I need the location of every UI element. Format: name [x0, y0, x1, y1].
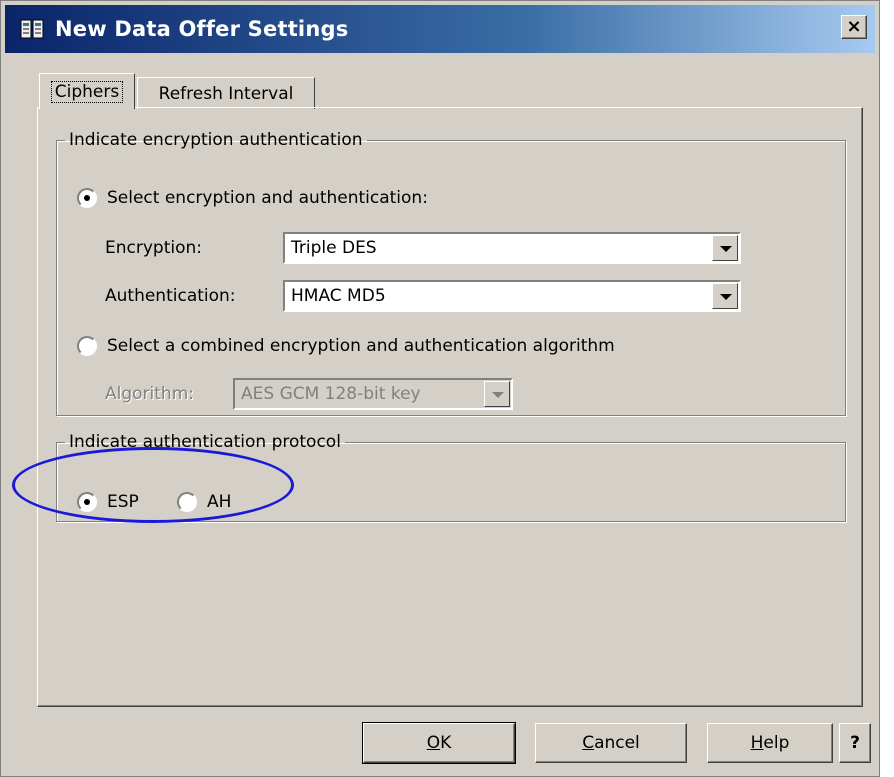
- radio-ah[interactable]: AH: [177, 492, 231, 512]
- close-button[interactable]: ×: [841, 15, 867, 39]
- chevron-down-icon[interactable]: [484, 381, 510, 407]
- tab-ciphers[interactable]: Ciphers: [39, 73, 135, 109]
- radio-select-encryption-label: Select encryption and authentication:: [107, 188, 428, 208]
- protocol-group-legend: Indicate authentication protocol: [69, 432, 341, 452]
- cancel-mnemonic: C: [582, 733, 595, 753]
- ok-button[interactable]: OK: [362, 722, 516, 764]
- help-button[interactable]: Help: [707, 723, 833, 763]
- algorithm-label: Algorithm:: [105, 384, 194, 404]
- tab-refresh-interval-label: Refresh Interval: [158, 83, 294, 104]
- ok-mnemonic: O: [426, 733, 441, 753]
- context-help-button[interactable]: ?: [839, 723, 871, 763]
- authentication-label: Authentication:: [105, 286, 236, 306]
- tab-ciphers-label: Ciphers: [50, 80, 124, 103]
- radio-combined-algorithm-label: Select a combined encryption and authent…: [107, 336, 615, 356]
- encryption-group: Indicate encryption authentication Selec…: [56, 130, 846, 416]
- radio-ah-indicator[interactable]: [177, 492, 197, 512]
- window-title: New Data Offer Settings: [55, 17, 349, 41]
- app-icon: [20, 19, 44, 39]
- radio-combined-algorithm[interactable]: Select a combined encryption and authent…: [77, 336, 615, 356]
- ok-label-rest: K: [440, 733, 452, 753]
- chevron-down-icon[interactable]: [712, 283, 738, 309]
- radio-ah-label: AH: [207, 492, 232, 512]
- encryption-group-legend: Indicate encryption authentication: [69, 130, 363, 150]
- tab-panel-ciphers: Indicate encryption authentication Selec…: [37, 107, 863, 707]
- title-bar[interactable]: New Data Offer Settings ×: [5, 5, 875, 53]
- cancel-label-rest: ancel: [594, 733, 640, 753]
- radio-combined-algorithm-indicator[interactable]: [77, 336, 97, 356]
- chevron-down-icon[interactable]: [712, 235, 738, 261]
- cancel-button[interactable]: Cancel: [535, 723, 687, 763]
- close-icon: ×: [846, 16, 862, 37]
- encryption-select[interactable]: Triple DES: [283, 232, 741, 264]
- authentication-select[interactable]: HMAC MD5: [283, 280, 741, 312]
- radio-select-encryption-indicator[interactable]: [77, 188, 97, 208]
- help-label-rest: elp: [763, 733, 790, 753]
- question-mark-icon: ?: [850, 733, 860, 753]
- dialog-window: New Data Offer Settings × Ciphers Refres…: [0, 0, 880, 777]
- encryption-label: Encryption:: [105, 238, 202, 258]
- radio-select-encryption[interactable]: Select encryption and authentication:: [77, 188, 428, 208]
- protocol-group: Indicate authentication protocol ESP AH: [56, 432, 846, 522]
- radio-esp-indicator[interactable]: [77, 492, 97, 512]
- algorithm-select-value: AES GCM 128-bit key: [241, 384, 421, 404]
- radio-esp[interactable]: ESP: [77, 492, 139, 512]
- tab-refresh-interval[interactable]: Refresh Interval: [137, 77, 315, 109]
- encryption-select-value: Triple DES: [291, 238, 377, 258]
- help-mnemonic: H: [750, 733, 764, 753]
- algorithm-select[interactable]: AES GCM 128-bit key: [233, 378, 513, 410]
- authentication-select-value: HMAC MD5: [291, 286, 386, 306]
- radio-esp-label: ESP: [107, 492, 139, 512]
